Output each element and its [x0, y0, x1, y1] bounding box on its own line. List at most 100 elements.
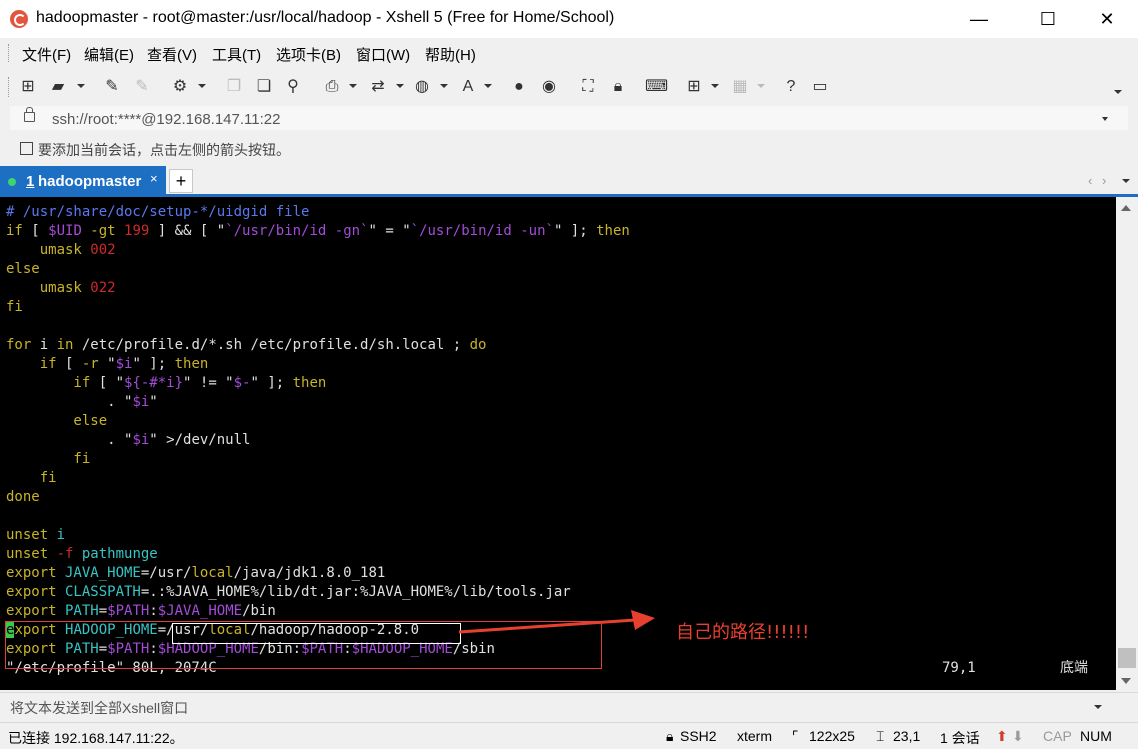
layout-dropdown-icon[interactable]: [757, 84, 765, 88]
terminal-token: . ": [6, 394, 133, 410]
globe-dropdown-icon[interactable]: [440, 84, 448, 88]
annotation-text: 自己的路径!!!!!!: [676, 622, 810, 643]
terminal-token: -r: [81, 356, 99, 372]
address-field[interactable]: ssh://root:****@192.168.147.11:22: [10, 106, 1128, 130]
terminal-token: else: [6, 261, 40, 277]
tab-close-icon[interactable]: ×: [150, 171, 158, 186]
chat-icon[interactable]: ▭: [810, 77, 830, 97]
keyboard-icon[interactable]: ⌨: [645, 77, 668, 97]
toolbar: ⊞ ▰ ✎ ✎ ⚙ ❐ ❏ ⚲ ⎙ ⇄ ◍ A ● ◉ ⛶ 🔒︎ ⌨ ⊞ ▦ ?…: [0, 68, 1138, 104]
annotation-arrow: [458, 610, 655, 634]
menu-tabs[interactable]: 选项卡(B): [276, 44, 341, 65]
path-highlight-box: [172, 623, 461, 644]
upload-arrow-icon: ⬆: [996, 728, 1008, 744]
reconnect-icon[interactable]: ✎: [102, 77, 122, 97]
scroll-thumb[interactable]: [1118, 648, 1136, 668]
layout-icon[interactable]: ▦: [730, 77, 750, 97]
xshell-logo-icon: [10, 10, 28, 28]
terminal-token: $i: [132, 432, 150, 448]
tab-next-icon[interactable]: ›: [1102, 173, 1106, 188]
lock-icon[interactable]: 🔒︎: [608, 77, 628, 97]
status-bar: 已连接 192.168.147.11:22。 🔒︎ SSH2 xterm ⌜ 1…: [0, 722, 1138, 749]
disconnect-icon[interactable]: ✎: [132, 77, 152, 97]
transfer-dropdown-icon[interactable]: [396, 84, 404, 88]
toolbar-overflow-icon[interactable]: [1114, 90, 1122, 94]
terminal-token: /etc/profile.d/*.sh /etc/profile.d/sh.lo…: [73, 337, 470, 353]
terminal-token: PATH: [56, 603, 99, 619]
open-dropdown-icon[interactable]: [77, 84, 85, 88]
tab-list-icon[interactable]: [1122, 179, 1130, 183]
num-indicator: NUM: [1080, 728, 1112, 744]
new-tab-button[interactable]: +: [169, 169, 193, 193]
tab-hadoopmaster[interactable]: 1 hadoopmaster ×: [0, 166, 166, 196]
terminal-line: . "$i" >/dev/null: [6, 431, 250, 450]
terminal-token: " != ": [183, 375, 234, 391]
menu-window[interactable]: 窗口(W): [356, 44, 410, 65]
properties-dropdown-icon[interactable]: [198, 84, 206, 88]
terminal-line: export JAVA_HOME=/usr/local/java/jdk1.8.…: [6, 564, 385, 583]
window-title: hadoopmaster - root@master:/usr/local/ha…: [36, 9, 615, 26]
font-dropdown-icon[interactable]: [484, 84, 492, 88]
terminal-token: [: [22, 223, 49, 239]
xftp-icon[interactable]: ●: [509, 77, 529, 97]
menu-tools[interactable]: 工具(T): [212, 44, 261, 65]
terminal-token: 002: [90, 242, 116, 258]
xmanager-icon[interactable]: ◉: [539, 77, 559, 97]
menu-help[interactable]: 帮助(H): [425, 44, 476, 65]
help-icon[interactable]: ?: [781, 77, 801, 97]
menu-file[interactable]: 文件(F): [22, 44, 71, 65]
address-dropdown-icon[interactable]: [1102, 117, 1108, 121]
resize-icon: ⌜: [792, 728, 799, 744]
close-button[interactable]: ✕: [1084, 0, 1130, 38]
terminal-line: else: [6, 260, 40, 279]
toolbar-grip: [8, 77, 10, 97]
tab-prev-icon[interactable]: ‹: [1088, 173, 1092, 188]
tab-number: 1: [26, 173, 35, 190]
terminal-token: $i: [115, 356, 133, 372]
add-session-arrow-icon[interactable]: [20, 142, 33, 155]
compose-dropdown-icon[interactable]: [1094, 705, 1102, 709]
terminal-token: export: [6, 603, 57, 619]
terminal-line: if [ -r "$i" ]; then: [6, 355, 209, 374]
terminal-token: ] && [ ": [149, 223, 226, 239]
compose-input[interactable]: 将文本发送到全部Xshell窗口: [10, 698, 188, 718]
open-folder-icon[interactable]: ▰: [48, 77, 68, 97]
menu-edit[interactable]: 编辑(E): [84, 44, 134, 65]
properties-icon[interactable]: ⚙: [170, 77, 190, 97]
address-text: ssh://root:****@192.168.147.11:22: [52, 111, 281, 128]
find-icon[interactable]: ⚲: [283, 77, 303, 97]
terminal-token: $-: [233, 375, 251, 391]
font-icon[interactable]: A: [458, 77, 478, 97]
print-icon[interactable]: ⎙: [322, 77, 342, 97]
hint-text: 要添加当前会话，点击左侧的箭头按钮。: [38, 142, 290, 158]
terminal-token: pathmunge: [81, 546, 158, 562]
connection-status: 已连接 192.168.147.11:22。: [8, 730, 184, 746]
print-dropdown-icon[interactable]: [349, 84, 357, 88]
copy-icon[interactable]: ❐: [224, 77, 244, 97]
terminal-token: $UID: [48, 223, 82, 239]
terminal-token: JAVA_HOME: [56, 565, 141, 581]
terminal-token: unset: [6, 546, 49, 562]
terminal-line: # /usr/share/doc/setup-*/uidgid file: [6, 203, 309, 222]
terminal-token: [ ": [90, 375, 125, 391]
terminal-token: umask: [6, 242, 91, 258]
new-session-icon[interactable]: ⊞: [18, 77, 38, 97]
terminal-line: for i in /etc/profile.d/*.sh /etc/profil…: [6, 336, 486, 355]
globe-icon[interactable]: ◍: [412, 77, 432, 97]
terminal-token: then: [596, 223, 630, 239]
transfer-icon[interactable]: ⇄: [368, 77, 388, 97]
terminal-token: :: [149, 603, 158, 619]
scroll-up-icon[interactable]: [1121, 205, 1131, 211]
menu-view[interactable]: 查看(V): [147, 44, 197, 65]
terminal-scrollbar[interactable]: [1116, 197, 1138, 690]
maximize-button[interactable]: ☐: [1025, 0, 1071, 38]
terminal-token: unset: [6, 527, 49, 543]
paste-icon[interactable]: ❏: [254, 77, 274, 97]
add-tab-dropdown-icon[interactable]: [711, 84, 719, 88]
fullscreen-icon[interactable]: ⛶: [578, 77, 598, 97]
add-tab-icon[interactable]: ⊞: [684, 77, 704, 97]
terminal-token: # /usr/share/doc/setup-*/uidgid file: [6, 204, 310, 220]
scroll-down-icon[interactable]: [1121, 678, 1131, 684]
minimize-button[interactable]: —: [956, 0, 1002, 38]
terminal-token: $PATH: [107, 603, 150, 619]
